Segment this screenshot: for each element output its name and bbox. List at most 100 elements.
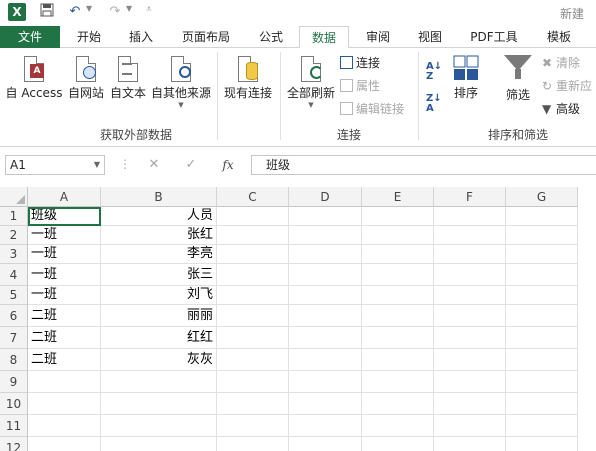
- tab-review[interactable]: 审阅: [355, 26, 401, 48]
- formula-input[interactable]: 班级: [251, 155, 596, 175]
- chevron-down-icon[interactable]: ▼: [94, 156, 100, 174]
- edit-links-button[interactable]: 编辑链接: [340, 99, 404, 119]
- row-header-9[interactable]: 9: [0, 371, 28, 393]
- sort-descending-icon[interactable]: Z↓ A: [426, 94, 442, 114]
- tab-page-layout[interactable]: 页面布局: [172, 26, 240, 48]
- cell-b3[interactable]: 李亮: [101, 245, 217, 264]
- cell-f4[interactable]: [434, 264, 506, 286]
- cell-g1[interactable]: [506, 207, 578, 226]
- row-header-1[interactable]: 1: [0, 207, 28, 226]
- cell-d2[interactable]: [289, 226, 362, 245]
- from-text-button[interactable]: 自文本: [107, 54, 149, 101]
- name-box[interactable]: A1 ▼: [5, 155, 105, 175]
- cell-e2[interactable]: [362, 226, 434, 245]
- insert-function-icon[interactable]: fx: [218, 156, 238, 174]
- cell-d9[interactable]: [289, 371, 362, 393]
- column-header-g[interactable]: G: [506, 187, 578, 207]
- cell-g7[interactable]: [506, 327, 578, 349]
- cell-g5[interactable]: [506, 286, 578, 305]
- column-header-b[interactable]: B: [101, 187, 217, 207]
- cell-a6[interactable]: 二班: [28, 305, 101, 327]
- customize-toolbar-icon[interactable]: ⩡: [146, 4, 152, 15]
- cell-f12[interactable]: [434, 437, 506, 451]
- cell-d8[interactable]: [289, 349, 362, 371]
- cell-a11[interactable]: [28, 415, 101, 437]
- tab-pdf-tools[interactable]: PDF工具: [461, 26, 527, 48]
- cell-d10[interactable]: [289, 393, 362, 415]
- row-header-3[interactable]: 3: [0, 245, 28, 264]
- cell-b5[interactable]: 刘飞: [101, 286, 217, 305]
- cell-g10[interactable]: [506, 393, 578, 415]
- cell-e6[interactable]: [362, 305, 434, 327]
- row-header-6[interactable]: 6: [0, 305, 28, 327]
- row-header-2[interactable]: 2: [0, 226, 28, 245]
- cell-e7[interactable]: [362, 327, 434, 349]
- cell-f11[interactable]: [434, 415, 506, 437]
- cell-a5[interactable]: 一班: [28, 286, 101, 305]
- row-header-12[interactable]: 12: [0, 437, 28, 451]
- tab-templates[interactable]: 模板: [534, 26, 584, 48]
- cell-a2[interactable]: 一班: [28, 226, 101, 245]
- cell-b4[interactable]: 张三: [101, 264, 217, 286]
- cell-c5[interactable]: [217, 286, 289, 305]
- select-all-corner[interactable]: [0, 187, 28, 207]
- existing-connections-button[interactable]: 现有连接: [220, 54, 276, 101]
- cell-d11[interactable]: [289, 415, 362, 437]
- row-header-7[interactable]: 7: [0, 327, 28, 349]
- cell-g9[interactable]: [506, 371, 578, 393]
- cell-a12[interactable]: [28, 437, 101, 451]
- enter-icon[interactable]: ✓: [181, 156, 201, 174]
- cell-b11[interactable]: [101, 415, 217, 437]
- cell-e12[interactable]: [362, 437, 434, 451]
- cell-e3[interactable]: [362, 245, 434, 264]
- tab-data[interactable]: 数据: [299, 26, 349, 49]
- cell-g6[interactable]: [506, 305, 578, 327]
- cell-g4[interactable]: [506, 264, 578, 286]
- cell-c9[interactable]: [217, 371, 289, 393]
- cell-c8[interactable]: [217, 349, 289, 371]
- cell-e8[interactable]: [362, 349, 434, 371]
- cell-c12[interactable]: [217, 437, 289, 451]
- cell-e5[interactable]: [362, 286, 434, 305]
- cell-f1[interactable]: [434, 207, 506, 226]
- cell-b1[interactable]: 人员: [101, 207, 217, 226]
- cell-b10[interactable]: [101, 393, 217, 415]
- cell-d12[interactable]: [289, 437, 362, 451]
- cell-f5[interactable]: [434, 286, 506, 305]
- cell-c7[interactable]: [217, 327, 289, 349]
- cell-c4[interactable]: [217, 264, 289, 286]
- cell-e1[interactable]: [362, 207, 434, 226]
- tab-view[interactable]: 视图: [407, 26, 453, 48]
- column-header-f[interactable]: F: [434, 187, 506, 207]
- cell-e9[interactable]: [362, 371, 434, 393]
- cell-b12[interactable]: [101, 437, 217, 451]
- cell-f10[interactable]: [434, 393, 506, 415]
- cell-f7[interactable]: [434, 327, 506, 349]
- undo-icon[interactable]: ↶: [66, 3, 84, 21]
- cell-f3[interactable]: [434, 245, 506, 264]
- cell-c2[interactable]: [217, 226, 289, 245]
- clear-filter-button[interactable]: ✖ 清除: [542, 53, 580, 73]
- save-icon[interactable]: [38, 3, 56, 21]
- refresh-all-button[interactable]: 全部刷新 ▼: [284, 54, 338, 109]
- cell-b8[interactable]: 灰灰: [101, 349, 217, 371]
- connections-button[interactable]: 连接: [340, 53, 380, 73]
- cell-c3[interactable]: [217, 245, 289, 264]
- cell-a7[interactable]: 二班: [28, 327, 101, 349]
- filter-button[interactable]: 筛选: [498, 86, 538, 103]
- reapply-button[interactable]: ↻ 重新应: [542, 76, 592, 96]
- from-other-sources-button[interactable]: 自其他来源 ▼: [148, 54, 214, 109]
- from-access-button[interactable]: A 自 Access: [2, 54, 66, 101]
- cell-b7[interactable]: 红红: [101, 327, 217, 349]
- redo-icon[interactable]: ↷: [106, 3, 124, 21]
- cell-f9[interactable]: [434, 371, 506, 393]
- sort-button[interactable]: 排序: [446, 54, 486, 101]
- cell-a3[interactable]: 一班: [28, 245, 101, 264]
- cell-f6[interactable]: [434, 305, 506, 327]
- column-header-d[interactable]: D: [289, 187, 362, 207]
- cell-d4[interactable]: [289, 264, 362, 286]
- cell-a10[interactable]: [28, 393, 101, 415]
- row-header-5[interactable]: 5: [0, 286, 28, 305]
- cell-g12[interactable]: [506, 437, 578, 451]
- cell-a8[interactable]: 二班: [28, 349, 101, 371]
